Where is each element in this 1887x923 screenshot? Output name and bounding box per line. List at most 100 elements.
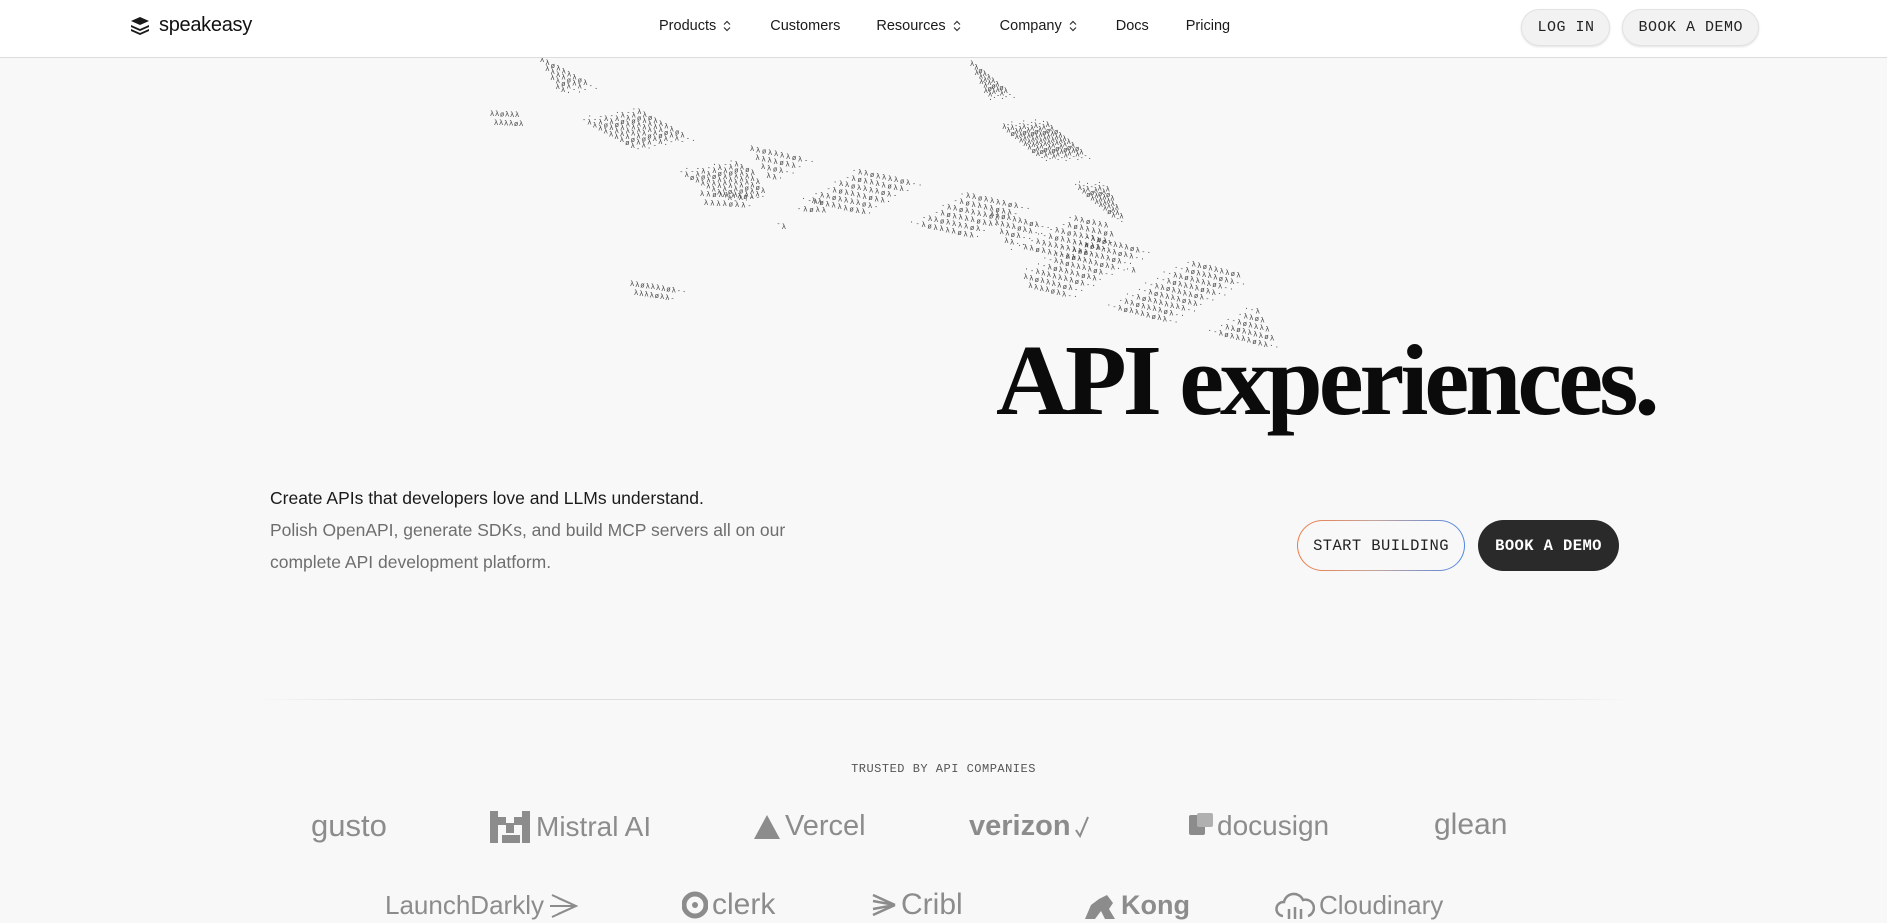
svg-text:λ: λ [1129, 307, 1133, 315]
svg-text:λ: λ [604, 127, 608, 135]
svg-text:-: - [747, 202, 751, 210]
svg-text:-: - [1080, 154, 1084, 162]
svg-text:λ: λ [725, 192, 729, 200]
svg-text:ø: ø [1124, 306, 1129, 314]
nav-company[interactable]: Company [1000, 18, 1078, 34]
svg-text:λ: λ [1045, 286, 1049, 294]
book-demo-button[interactable]: BOOK A DEMO [1478, 520, 1619, 571]
checkmark-icon [1074, 816, 1089, 838]
svg-text:λ: λ [750, 145, 754, 153]
svg-text:λ: λ [731, 192, 735, 200]
svg-text:ø: ø [1152, 313, 1157, 321]
svg-text:λ: λ [651, 283, 655, 291]
login-button[interactable]: LOG IN [1521, 9, 1611, 46]
svg-text:·: · [1217, 290, 1221, 298]
svg-text:λ: λ [672, 286, 676, 294]
svg-text:·: · [761, 193, 765, 201]
chevron-updown-icon [1069, 20, 1077, 32]
svg-text:-: - [677, 287, 681, 295]
svg-text:·: · [1016, 240, 1020, 248]
svg-text:λ: λ [964, 230, 968, 238]
svg-text:-: - [797, 205, 801, 213]
svg-text:·: · [1180, 312, 1184, 320]
svg-text:λ: λ [940, 225, 944, 233]
svg-text:·: · [1009, 246, 1013, 254]
start-building-button[interactable]: START BUILDING [1297, 520, 1465, 571]
svg-text:-: - [670, 295, 674, 303]
svg-text:-: - [906, 187, 910, 195]
logo-verizon-label: verizon [969, 810, 1071, 842]
svg-text:-: - [1048, 155, 1052, 163]
svg-text:·: · [1040, 230, 1044, 238]
nav-pricing[interactable]: Pricing [1186, 18, 1230, 34]
svg-text:ø: ø [958, 229, 963, 237]
svg-text:-: - [582, 116, 586, 124]
brand-logo[interactable]: speakeasy [129, 14, 252, 37]
svg-text:λ: λ [767, 172, 771, 180]
cribl-icon [872, 893, 896, 917]
book-demo-nav-button[interactable]: BOOK A DEMO [1622, 9, 1759, 46]
svg-text:λ: λ [1062, 290, 1066, 298]
svg-text:·: · [1021, 241, 1025, 249]
svg-text:λ: λ [1030, 245, 1034, 253]
svg-text:ø: ø [1051, 288, 1056, 296]
svg-text:·: · [1044, 157, 1048, 165]
mistral-icon [490, 811, 530, 843]
svg-text:λ: λ [761, 163, 765, 171]
svg-text:-: - [679, 168, 683, 176]
top-navigation: speakeasy Products Customers Resources C… [0, 0, 1887, 58]
hero-title: API experiences. [996, 324, 1660, 436]
cloud-icon [1275, 892, 1315, 919]
hero-cta-group: START BUILDING BOOK A DEMO [1297, 520, 1619, 571]
svg-text:λ: λ [505, 111, 509, 119]
svg-text:-: - [1068, 292, 1072, 300]
svg-text:·: · [577, 89, 581, 97]
logo-kong-label: Kong [1121, 890, 1190, 920]
logo-cribl-label: Cribl [901, 888, 963, 921]
svg-text:λ: λ [614, 133, 618, 141]
svg-text:λ: λ [550, 74, 554, 82]
svg-text:λ: λ [1135, 309, 1139, 317]
chevron-updown-icon [723, 20, 731, 32]
main-menu: Products Customers Resources Company Doc… [659, 18, 1230, 34]
svg-text:λ: λ [881, 197, 885, 205]
nav-resources[interactable]: Resources [876, 18, 961, 34]
svg-text:·: · [1088, 155, 1092, 163]
svg-text:λ: λ [934, 224, 938, 232]
nav-customers[interactable]: Customers [770, 18, 840, 34]
svg-text:-: - [653, 141, 657, 149]
svg-text:λ: λ [737, 192, 741, 200]
svg-text:·: · [779, 175, 783, 183]
svg-text:-: - [982, 227, 986, 235]
svg-text:λ: λ [660, 293, 664, 301]
svg-text:-: - [798, 163, 802, 171]
logo-vercel: Vercel [753, 810, 866, 843]
nav-actions: LOG IN BOOK A DEMO [1521, 9, 1759, 46]
svg-text:λ: λ [609, 130, 613, 138]
logo-docusign-label: docusign [1217, 810, 1330, 841]
svg-text:·: · [1116, 265, 1120, 273]
svg-text:λ: λ [665, 294, 669, 302]
svg-text:λ: λ [952, 228, 956, 236]
svg-text:·: · [1241, 281, 1245, 289]
svg-text:·: · [791, 170, 795, 178]
svg-text:λ: λ [631, 142, 635, 150]
svg-text:λ: λ [706, 183, 710, 191]
svg-text:λ: λ [509, 120, 513, 128]
nav-docs[interactable]: Docs [1116, 18, 1149, 34]
svg-text:-: - [1020, 204, 1024, 212]
svg-text:·: · [1012, 94, 1016, 102]
logo-cloudinary-label: Cloudinary [1319, 890, 1444, 920]
svg-text:-: - [776, 220, 780, 228]
svg-text:·: · [1122, 266, 1126, 274]
nav-resources-label: Resources [876, 18, 946, 34]
nav-products[interactable]: Products [659, 18, 732, 34]
svg-text:·: · [887, 198, 891, 206]
svg-text:λ: λ [685, 171, 689, 179]
nav-customers-label: Customers [770, 18, 841, 34]
logo-docusign: docusign [1189, 810, 1329, 842]
svg-text:λ: λ [832, 202, 836, 210]
svg-text:λ: λ [642, 142, 646, 150]
svg-text:-: - [636, 145, 640, 153]
logo-glean: glean [1434, 808, 1507, 842]
